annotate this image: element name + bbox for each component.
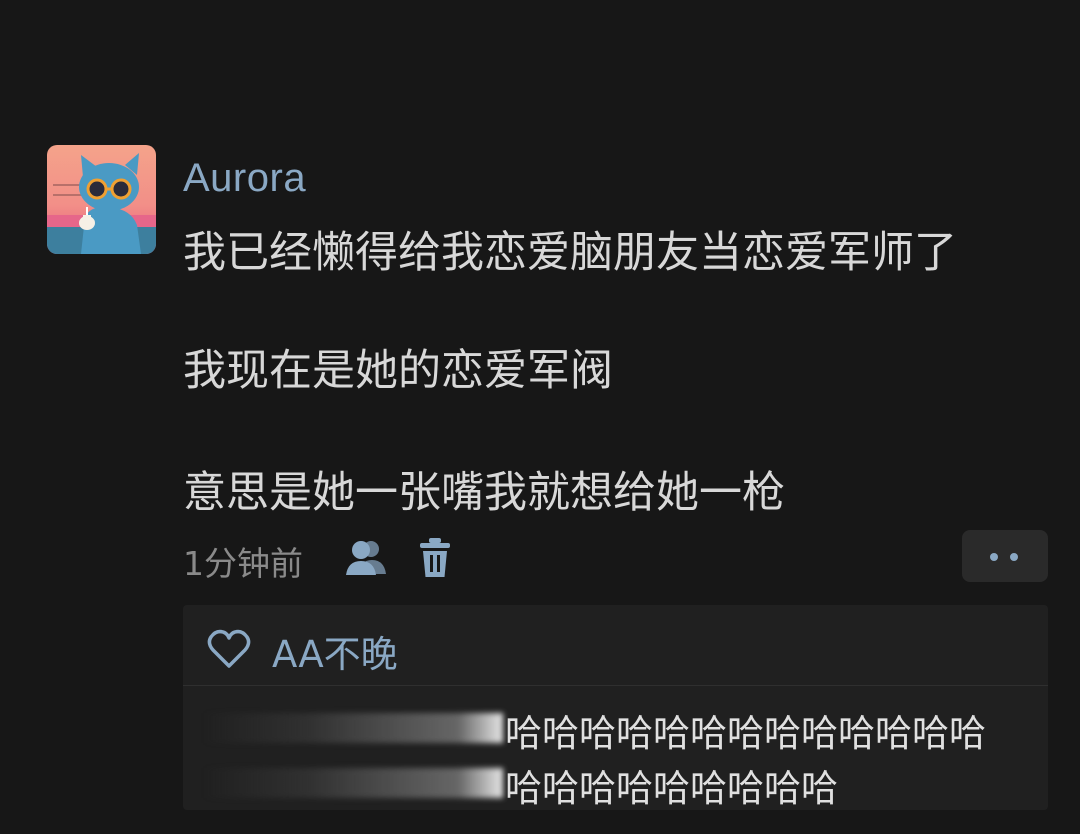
redacted-commenter-name bbox=[203, 713, 503, 743]
interaction-panel: AA不晚 哈哈哈哈哈哈哈哈哈哈哈哈哈 哈哈哈哈哈哈哈哈哈 bbox=[183, 605, 1048, 810]
comment-item[interactable]: 哈哈哈哈哈哈哈哈哈 bbox=[183, 758, 1048, 810]
avatar-cat-image bbox=[47, 145, 156, 254]
post-timestamp: 1分钟前 bbox=[183, 544, 303, 583]
likes-row: AA不晚 bbox=[183, 605, 1048, 685]
liker-name[interactable]: AA不晚 bbox=[272, 624, 398, 678]
heart-outline-icon bbox=[207, 629, 251, 669]
comment-item[interactable]: 哈哈哈哈哈哈哈哈哈哈哈哈哈 bbox=[183, 703, 1048, 755]
post-text-line-2: 我现在是她的恋爱军阀 bbox=[183, 346, 613, 396]
post-text-line-3: 意思是她一张嘴我就想给她一枪 bbox=[183, 468, 785, 518]
more-options-button[interactable] bbox=[962, 530, 1048, 582]
friends-icon[interactable] bbox=[344, 538, 388, 578]
redacted-commenter-name bbox=[203, 768, 503, 798]
more-dots-icon bbox=[990, 553, 998, 561]
comment-text: 哈哈哈哈哈哈哈哈哈 bbox=[505, 767, 838, 810]
comment-text: 哈哈哈哈哈哈哈哈哈哈哈哈哈 bbox=[505, 712, 986, 755]
avatar[interactable] bbox=[47, 145, 156, 254]
more-dots-icon bbox=[1010, 553, 1018, 561]
trash-icon[interactable] bbox=[419, 537, 451, 579]
post-text-line-1: 我已经懒得给我恋爱脑朋友当恋爱军师了 bbox=[183, 228, 957, 278]
divider bbox=[183, 685, 1048, 686]
author-name[interactable]: Aurora bbox=[183, 156, 306, 201]
